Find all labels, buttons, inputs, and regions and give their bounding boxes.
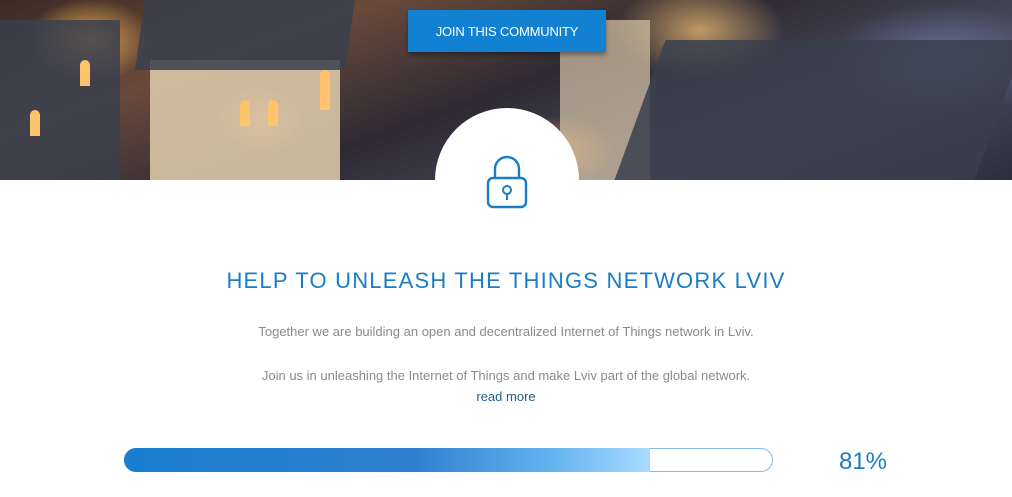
lock-icon — [486, 155, 528, 209]
description-paragraph-1: Together we are building an open and dec… — [258, 324, 754, 339]
progress-percentage: 81% — [838, 448, 888, 475]
page-headline: HELP TO UNLEASH THE THINGS NETWORK LVIV — [226, 268, 786, 293]
description-paragraph-2: Join us in unleashing the Internet of Th… — [261, 368, 751, 383]
join-community-button[interactable]: JOIN THIS COMMUNITY — [408, 10, 606, 52]
progress-fill — [124, 448, 650, 472]
read-more-link[interactable]: read more — [0, 389, 1012, 404]
